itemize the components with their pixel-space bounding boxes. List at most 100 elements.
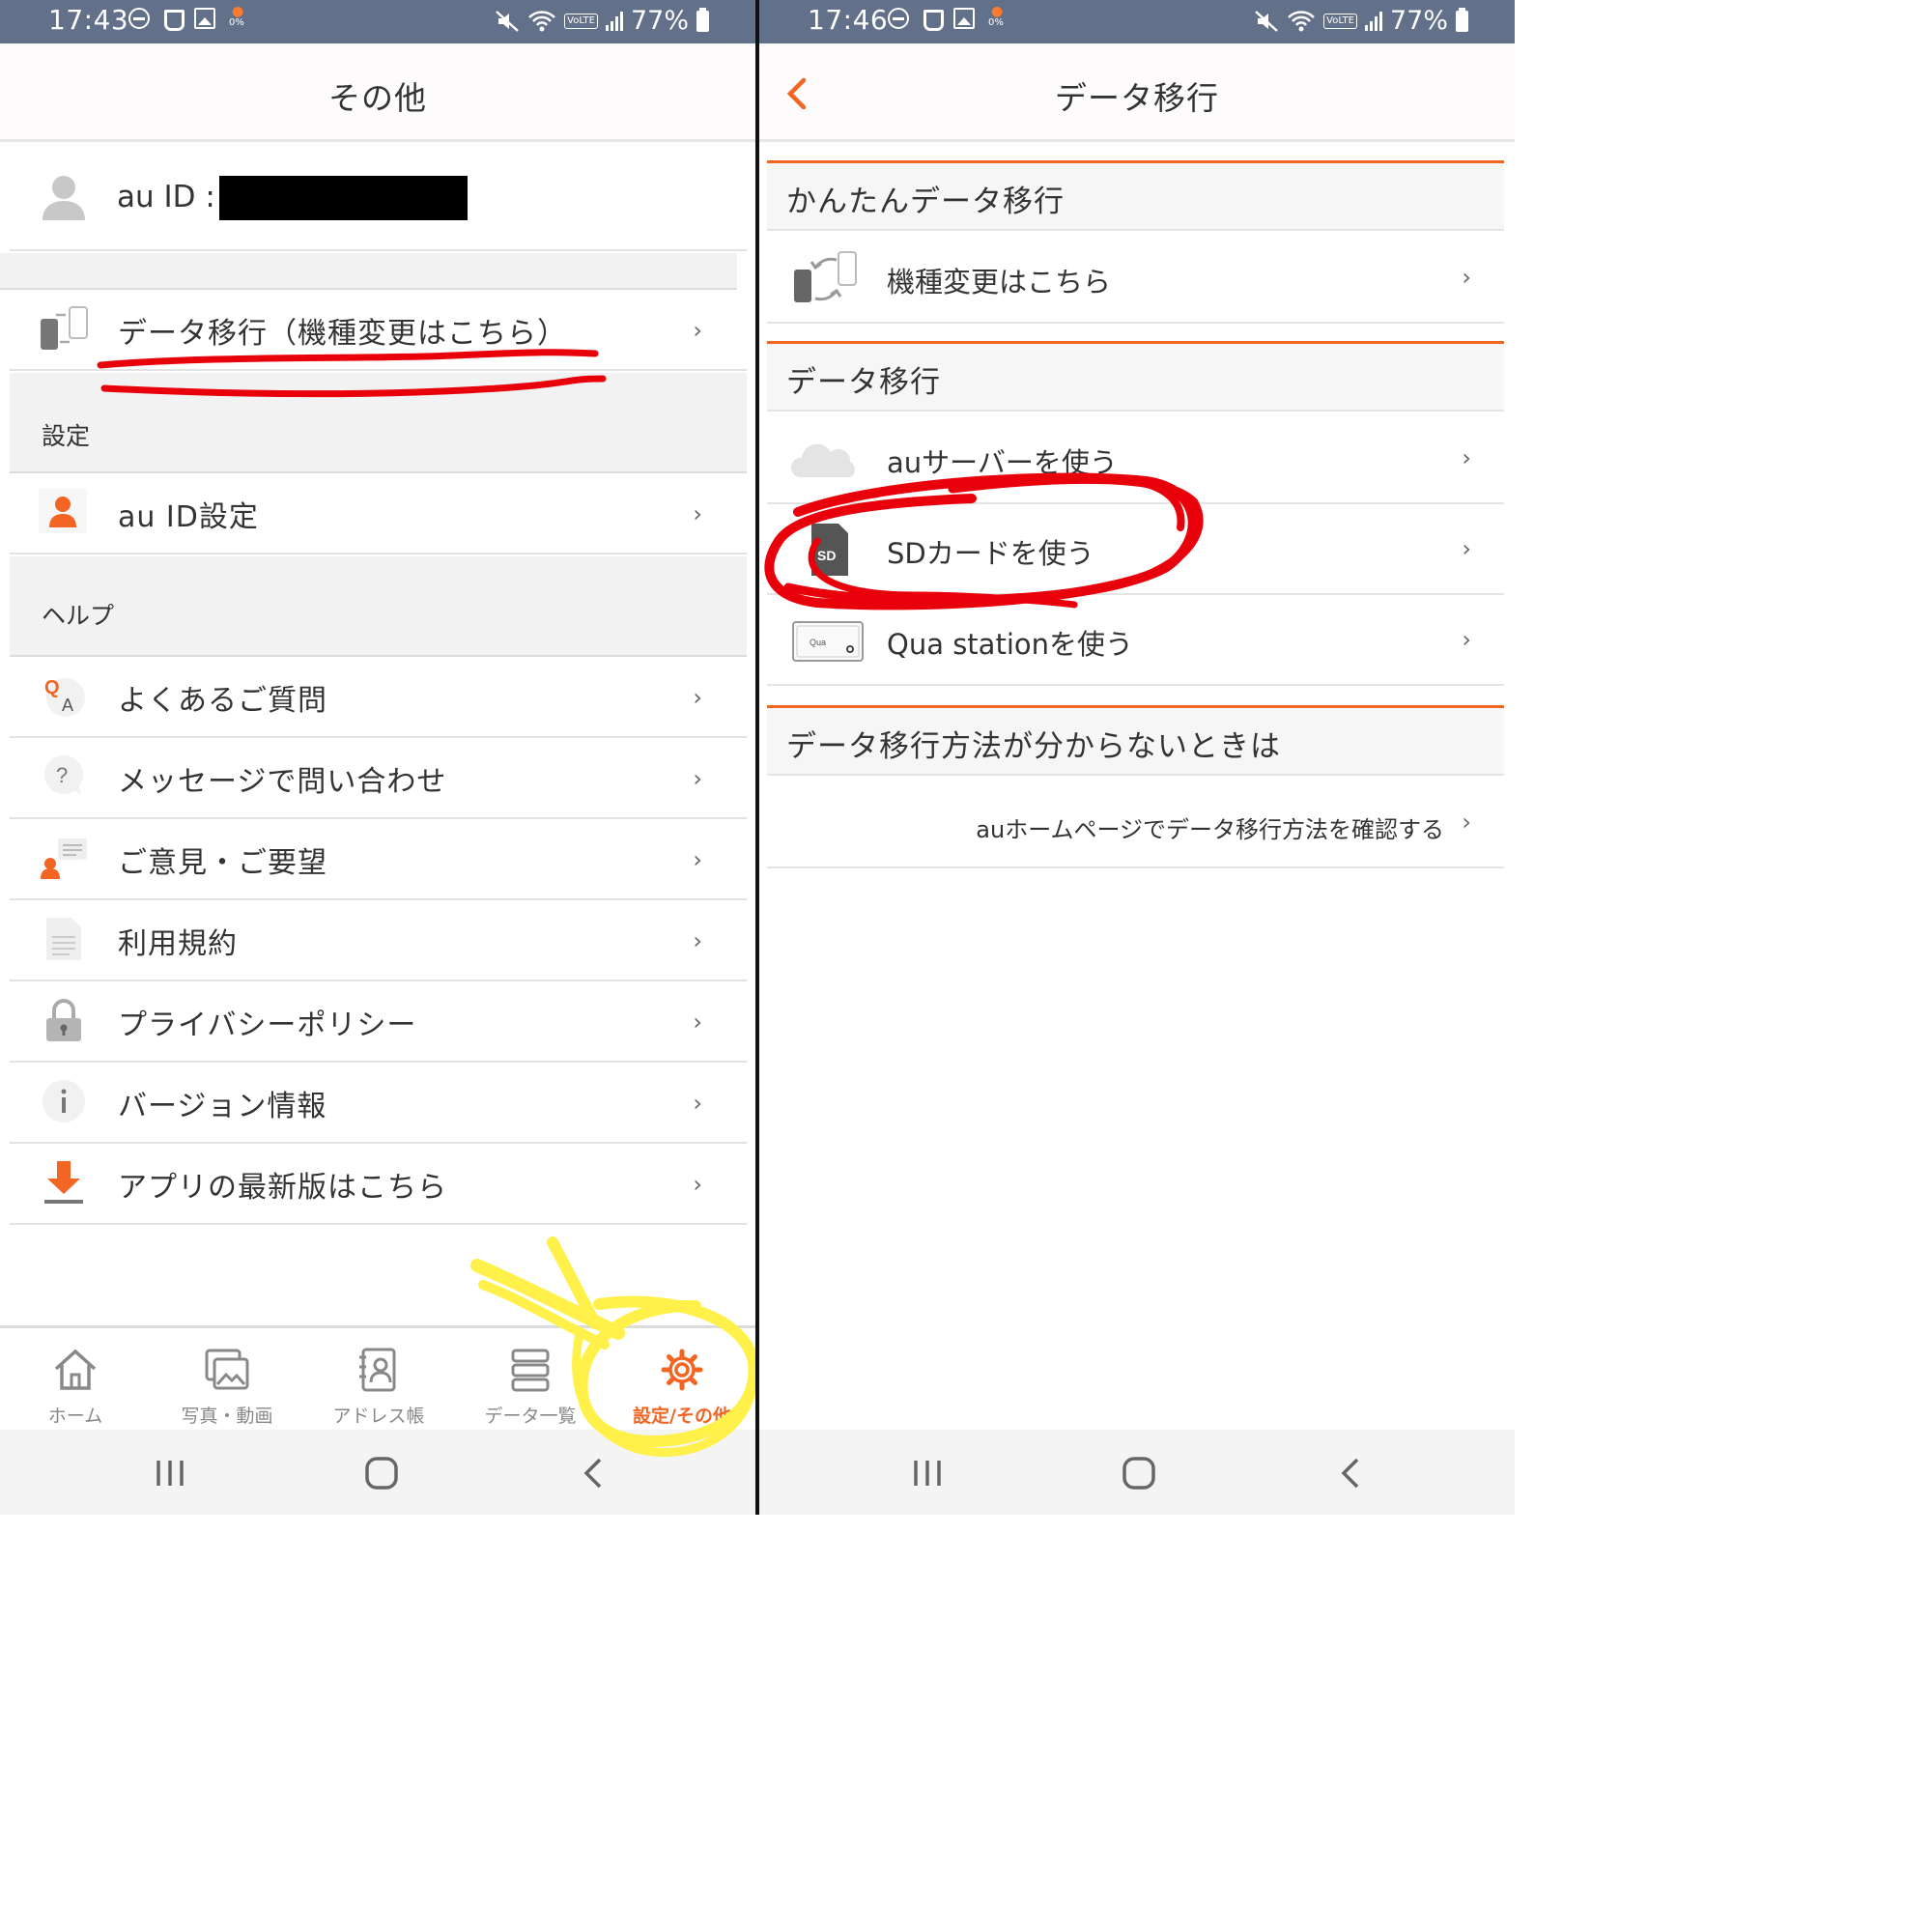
do-not-disturb-icon xyxy=(888,8,909,29)
nav-address-book[interactable]: アドレス帳 xyxy=(306,1348,451,1428)
sd-card-row[interactable]: SD SDカードを使う › xyxy=(767,504,1504,595)
page-header: データ移行 xyxy=(759,43,1515,142)
back-button-icon[interactable] xyxy=(575,1457,613,1490)
home-button-icon[interactable] xyxy=(1120,1457,1158,1490)
system-navigation-bar xyxy=(759,1430,1515,1515)
status-time: 17:43 xyxy=(48,4,129,36)
avatar-icon xyxy=(43,176,85,220)
gear-icon xyxy=(661,1349,703,1391)
chevron-right-icon: › xyxy=(693,765,702,792)
nav-data-list[interactable]: データ一覧 xyxy=(458,1348,603,1428)
feedback-label: ご意見・ご要望 xyxy=(118,846,327,880)
lock-icon xyxy=(46,999,81,1041)
easy-transfer-section-title: かんたんデータ移行 xyxy=(786,185,1065,219)
page-header: その他 xyxy=(0,43,755,142)
model-change-row[interactable]: 機種変更はこちら › xyxy=(767,233,1504,324)
app-update-row[interactable]: アプリの最新版はこちら › xyxy=(10,1144,747,1225)
chevron-right-icon: › xyxy=(1462,535,1471,562)
qua-station-label: Qua stationを使う xyxy=(887,628,1133,661)
transfer-help-section-header: データ移行方法が分からないときは xyxy=(767,708,1504,776)
app-update-label: アプリの最新版はこちら xyxy=(118,1171,447,1205)
download-icon xyxy=(44,1161,83,1204)
chevron-right-icon: › xyxy=(1462,444,1471,471)
battery-percent: 77% xyxy=(1389,6,1448,36)
phone-transfer-icon xyxy=(41,306,88,350)
sd-card-icon: SD xyxy=(811,524,848,576)
image-notification-icon xyxy=(953,8,975,29)
chevron-right-icon: › xyxy=(1462,264,1471,291)
battery-saver-icon: 0% xyxy=(988,4,1006,29)
back-button-icon[interactable] xyxy=(1332,1457,1371,1490)
question-bubble-icon: ? xyxy=(44,755,83,796)
chevron-right-icon: › xyxy=(693,927,702,954)
shield-icon xyxy=(163,8,185,31)
spacer-band xyxy=(0,253,737,290)
info-icon xyxy=(43,1080,85,1122)
system-navigation-bar xyxy=(0,1430,755,1515)
faq-row[interactable]: QA よくあるご質問 › xyxy=(10,657,747,738)
faq-label: よくあるご質問 xyxy=(118,684,327,718)
status-bar: 17:46 0% VoLTE 77% xyxy=(759,0,1515,43)
nav-settings-other[interactable]: 設定/その他 xyxy=(610,1348,754,1428)
battery-icon xyxy=(1456,7,1468,32)
data-transfer-label: データ移行（機種変更はこちら） xyxy=(118,317,567,351)
terms-row[interactable]: 利用規約 › xyxy=(10,900,747,981)
qua-station-row[interactable]: Qua Qua stationを使う › xyxy=(767,595,1504,686)
svg-text:A: A xyxy=(62,696,73,715)
do-not-disturb-icon xyxy=(128,8,150,29)
transfer-help-section-title: データ移行方法が分からないときは xyxy=(786,729,1281,764)
privacy-policy-row[interactable]: プライバシーポリシー › xyxy=(10,981,747,1063)
status-bar: 17:43 0% VoLTE 77% xyxy=(0,0,755,43)
phone-sync-icon xyxy=(794,251,857,302)
wifi-icon xyxy=(528,10,556,31)
qa-icon: QA xyxy=(44,677,85,717)
au-homepage-link[interactable]: auホームページでデータ移行方法を確認する xyxy=(976,810,1444,844)
left-screen: 17:43 0% VoLTE 77% その他 au ID : データ移行（機種変… xyxy=(0,0,755,1515)
chevron-right-icon: › xyxy=(693,1171,702,1198)
chevron-right-icon: › xyxy=(693,317,702,344)
status-time: 17:46 xyxy=(808,4,889,36)
svg-text:Q: Q xyxy=(44,677,60,698)
signal-icon xyxy=(1364,11,1382,31)
image-notification-icon xyxy=(194,8,215,29)
settings-section-header: 設定 xyxy=(10,373,747,473)
recent-apps-icon[interactable] xyxy=(908,1457,947,1490)
battery-percent: 77% xyxy=(630,6,689,36)
chevron-right-icon: › xyxy=(693,1090,702,1117)
nav-home[interactable]: ホーム xyxy=(3,1348,148,1428)
chevron-right-icon: › xyxy=(693,1009,702,1036)
mute-icon xyxy=(1255,10,1279,32)
au-server-label: auサーバーを使う xyxy=(887,446,1118,479)
address-book-icon xyxy=(359,1348,396,1392)
photos-icon xyxy=(205,1349,249,1390)
au-server-row[interactable]: auサーバーを使う › xyxy=(767,413,1504,504)
au-id-settings-label: au ID設定 xyxy=(118,500,259,534)
chevron-right-icon: › xyxy=(693,846,702,873)
data-list-icon xyxy=(511,1349,550,1392)
nav-photos[interactable]: 写真・動画 xyxy=(155,1348,299,1428)
page-title: データ移行 xyxy=(1055,79,1219,117)
home-button-icon[interactable] xyxy=(362,1457,401,1490)
version-info-row[interactable]: バージョン情報 › xyxy=(10,1063,747,1144)
document-icon xyxy=(46,918,81,960)
settings-section-title: 設定 xyxy=(42,422,91,450)
chevron-right-icon: › xyxy=(693,684,702,711)
svg-text:SD: SD xyxy=(817,548,836,563)
qua-station-icon: Qua xyxy=(792,621,864,662)
user-settings-icon xyxy=(39,489,87,533)
svg-text:Qua: Qua xyxy=(810,638,826,647)
signal-icon xyxy=(605,11,623,31)
au-id-settings-row[interactable]: au ID設定 › xyxy=(10,473,747,554)
chevron-right-icon: › xyxy=(1462,626,1471,653)
battery-saver-icon: 0% xyxy=(229,4,246,29)
data-transfer-row[interactable]: データ移行（機種変更はこちら） › xyxy=(10,290,747,371)
help-section-header: ヘルプ xyxy=(10,556,747,657)
recent-apps-icon[interactable] xyxy=(151,1457,189,1490)
redacted-au-id xyxy=(219,176,468,220)
feedback-row[interactable]: ご意見・ご要望 › xyxy=(10,819,747,900)
page-title: その他 xyxy=(328,79,427,117)
message-inquiry-row[interactable]: ? メッセージで問い合わせ › xyxy=(10,738,747,819)
au-homepage-link-row[interactable]: auホームページでデータ移行方法を確認する › xyxy=(767,778,1504,868)
easy-transfer-section-header: かんたんデータ移行 xyxy=(767,163,1504,231)
data-transfer-section-title: データ移行 xyxy=(786,365,941,400)
